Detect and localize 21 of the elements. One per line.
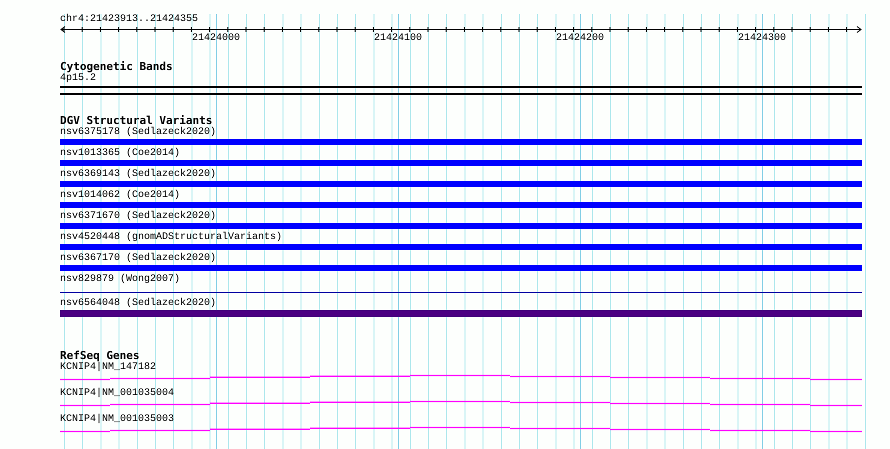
ruler-tick-label: 21424000: [192, 33, 240, 45]
variant-label: nsv1013365 (Coe2014): [60, 148, 180, 160]
variant-label: nsv6369143 (Sedlazeck2020): [60, 169, 216, 181]
band-label: 4p15.2: [60, 73, 96, 85]
variant-label: nsv6375178 (Sedlazeck2020): [60, 127, 216, 139]
variant-label: nsv6371670 (Sedlazeck2020): [60, 211, 216, 223]
track-title: DGV Structural Variants: [60, 115, 212, 127]
variant-label: nsv4520448 (gnomADStructuralVariants): [60, 232, 282, 244]
ruler-tick-label: 21424100: [374, 33, 422, 45]
chromosome-position: chr4:21423913..21424355: [60, 14, 198, 26]
gene-label: KCNIP4|NM_001035003: [60, 414, 174, 426]
variant-label: nsv6367170 (Sedlazeck2020): [60, 253, 216, 265]
track-title: RefSeq Genes: [60, 350, 140, 362]
variant-label: nsv829879 (Wong2007): [60, 274, 180, 286]
gene-label: KCNIP4|NM_147182: [60, 362, 156, 374]
gene-label: KCNIP4|NM_001035004: [60, 388, 174, 400]
track-title: Cytogenetic Bands: [60, 61, 173, 73]
ruler-tick-label: 21424300: [738, 33, 786, 45]
variant-label: nsv1014062 (Coe2014): [60, 190, 180, 202]
ruler-tick-label: 21424200: [556, 33, 604, 45]
variant-label: nsv6564048 (Sedlazeck2020): [60, 298, 216, 310]
